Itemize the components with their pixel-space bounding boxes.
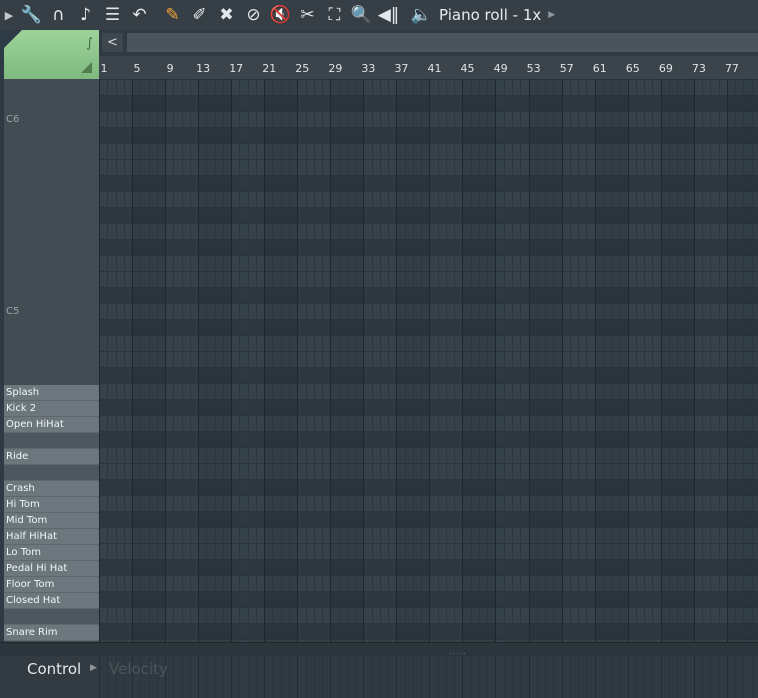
- bar-number: 13: [196, 62, 211, 75]
- bar-number: 57: [559, 62, 574, 75]
- bar-number: 73: [691, 62, 706, 75]
- bar-number: 9: [166, 62, 174, 75]
- undo-icon[interactable]: ↶: [126, 0, 153, 30]
- pencil-tool-icon[interactable]: ✎: [159, 0, 186, 30]
- drum-row-crash[interactable]: Crash: [4, 481, 99, 497]
- no-entry-icon[interactable]: ⊘: [240, 0, 267, 30]
- bar-number: 33: [361, 62, 376, 75]
- bar-number: 53: [526, 62, 541, 75]
- playback-icon[interactable]: ◀‖: [375, 0, 402, 30]
- drum-row-half-hihat[interactable]: Half HiHat: [4, 529, 99, 545]
- toolbar: ▶ 🔧 ∩ ♪ ☰ ↶ ✎ ✐ ✖ ⊘ 🔇 ✂ ⛶ 🔍 ◀‖ 🔈 Piano r…: [0, 0, 758, 30]
- drum-row-floor-tom[interactable]: Floor Tom: [4, 577, 99, 593]
- drum-row-open-hihat[interactable]: Open HiHat: [4, 417, 99, 433]
- window-title[interactable]: Piano roll - 1x: [439, 6, 541, 24]
- stamp-tool-block[interactable]: ∫: [4, 30, 99, 79]
- bar-number: 21: [262, 62, 277, 75]
- bar-number: 25: [295, 62, 310, 75]
- panel-divider[interactable]: .....: [0, 642, 758, 657]
- drum-row-empty[interactable]: [4, 433, 99, 449]
- drum-row-mid-tom[interactable]: Mid Tom: [4, 513, 99, 529]
- mute-icon[interactable]: 🔇: [267, 0, 294, 30]
- control-label[interactable]: Control: [27, 660, 81, 678]
- title-menu-arrow-icon[interactable]: ▶: [548, 10, 555, 20]
- menu-arrow-icon[interactable]: ▶: [0, 0, 18, 30]
- drum-row-ride[interactable]: Ride: [4, 449, 99, 465]
- control-arrow-icon[interactable]: ▶: [90, 663, 97, 673]
- select-icon[interactable]: ⛶: [321, 0, 348, 30]
- bar-number: 37: [394, 62, 409, 75]
- note-keyboard[interactable]: C6 C5 Splash Kick 2 Open HiHat Ride Crash Hi …: [4, 79, 99, 642]
- curve-icon[interactable]: ∫: [86, 36, 93, 51]
- drum-row-closed-hat[interactable]: Closed Hat: [4, 593, 99, 609]
- drum-row-empty[interactable]: [4, 609, 99, 625]
- event-control-bar: Control ▶: [0, 656, 100, 698]
- drum-row-hi-tom[interactable]: Hi Tom: [4, 497, 99, 513]
- bar-ruler[interactable]: 1 5 9 13 17 21 25 29 33 37 41 45 49 53 57 61 65 69 73 77: [99, 56, 758, 80]
- bar-number: 41: [427, 62, 442, 75]
- bar-number: 61: [592, 62, 607, 75]
- bar-shade: [330, 79, 364, 642]
- grid-lines: [99, 79, 758, 642]
- note-grid[interactable]: [99, 79, 758, 642]
- bar-number: 1: [100, 62, 108, 75]
- erase-icon[interactable]: ✖: [213, 0, 240, 30]
- bar-number: 69: [658, 62, 673, 75]
- note-icon[interactable]: ♪: [72, 0, 99, 30]
- bar-number: 77: [724, 62, 739, 75]
- resize-grip-icon[interactable]: .....: [449, 647, 467, 656]
- drum-row-splash[interactable]: Splash: [4, 385, 99, 401]
- scroll-left-button[interactable]: <: [102, 33, 123, 52]
- bar-number: 29: [328, 62, 343, 75]
- slice-icon[interactable]: ✂: [294, 0, 321, 30]
- velocity-target-label[interactable]: Velocity: [109, 660, 168, 678]
- horizontal-scrollbar[interactable]: [127, 33, 758, 52]
- bar-number: 65: [625, 62, 640, 75]
- drum-row-pedal-hi-hat[interactable]: Pedal Hi Hat: [4, 561, 99, 577]
- bar-number: 49: [493, 62, 508, 75]
- bar-number: 17: [229, 62, 244, 75]
- bar-shade: [396, 79, 430, 642]
- magnet-icon[interactable]: ∩: [45, 0, 72, 30]
- octave-label-c6: C6: [6, 114, 20, 125]
- bar-number: 45: [460, 62, 475, 75]
- drum-row-kick-2[interactable]: Kick 2: [4, 401, 99, 417]
- event-grid-lines: [99, 656, 753, 698]
- zoom-icon[interactable]: 🔍: [348, 0, 375, 30]
- drum-row-empty[interactable]: [4, 465, 99, 481]
- drum-row-lo-tom[interactable]: Lo Tom: [4, 545, 99, 561]
- bar-number: 5: [133, 62, 141, 75]
- corner-triangle-icon: [81, 62, 92, 73]
- bar-shade: [726, 79, 758, 642]
- wrench-icon[interactable]: 🔧: [18, 0, 45, 30]
- bar-shade: [198, 79, 232, 642]
- speaker-icon[interactable]: 🔈: [408, 0, 435, 30]
- event-editor[interactable]: [99, 656, 758, 698]
- octave-label-c5: C5: [6, 306, 20, 317]
- bar-shade: [132, 79, 166, 642]
- drum-row-snare-rim[interactable]: Snare Rim: [4, 625, 99, 641]
- bar-shade: [264, 79, 298, 642]
- paint-brush-icon[interactable]: ✐: [186, 0, 213, 30]
- list-icon[interactable]: ☰: [99, 0, 126, 30]
